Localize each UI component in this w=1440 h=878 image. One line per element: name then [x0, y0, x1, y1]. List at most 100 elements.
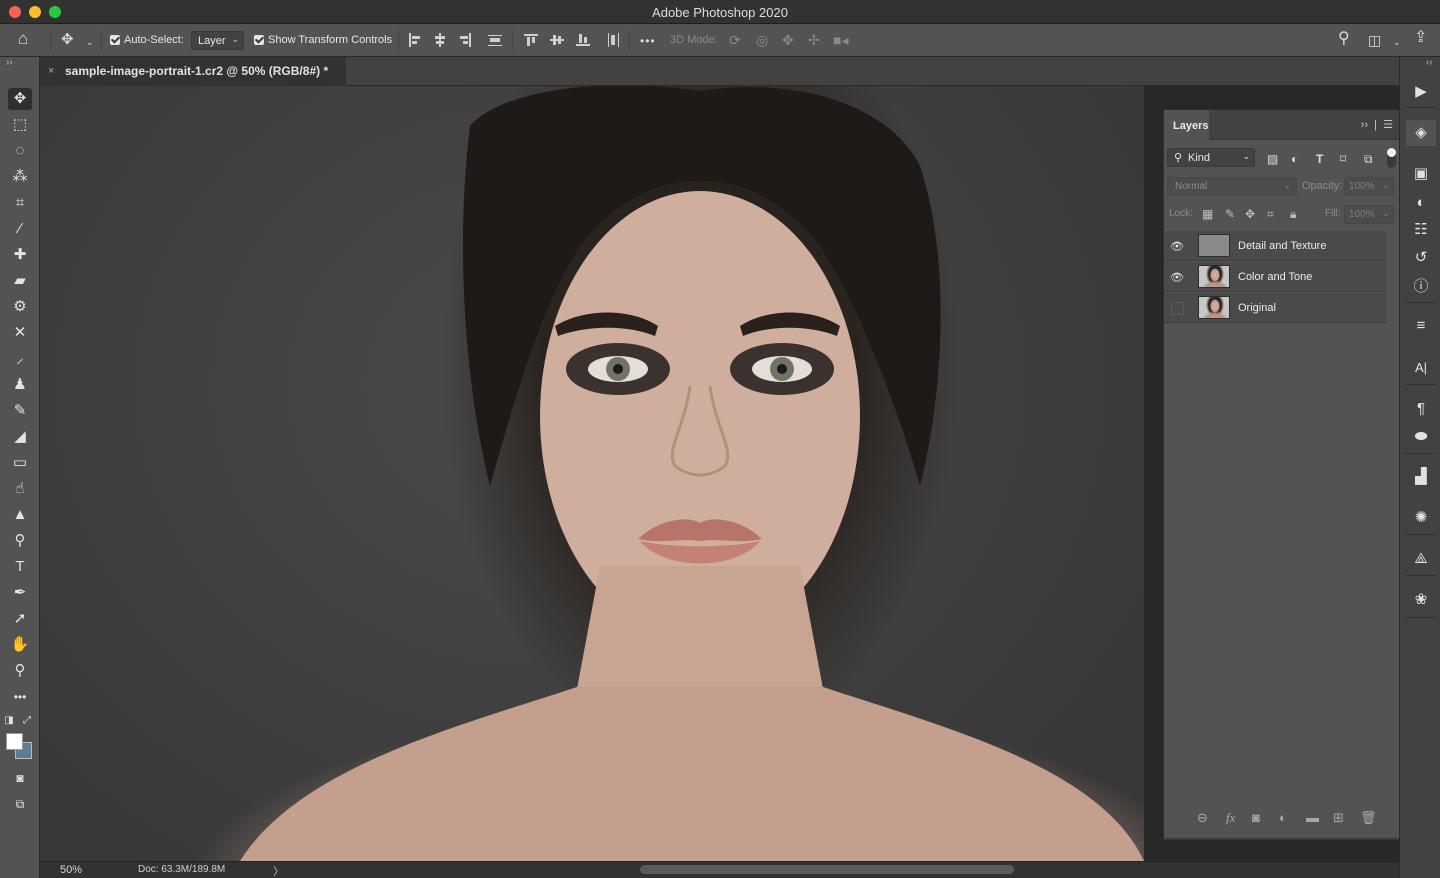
channels-icon[interactable]: ≡	[1406, 313, 1436, 339]
sharpen-tool-icon[interactable]: ▲	[8, 504, 32, 526]
align-right-edges-icon[interactable]	[458, 33, 472, 47]
move-tool-icon[interactable]: ✥	[61, 32, 74, 48]
paths-icon[interactable]: ⟁	[1406, 546, 1436, 572]
clone-stamp-tool-icon[interactable]: ♟	[8, 374, 32, 396]
lock-all-icon[interactable]: 🔒︎	[1290, 207, 1296, 222]
share-icon[interactable]: ⇪	[1414, 30, 1427, 46]
adjustments-icon[interactable]: ◐	[1406, 190, 1436, 216]
close-document-icon[interactable]: ×	[48, 65, 54, 77]
spot-healing-tool-icon[interactable]: ✚	[8, 244, 32, 266]
lock-position-icon[interactable]: ✥	[1245, 207, 1255, 221]
adjustment-icon[interactable]: ◐	[1279, 810, 1287, 825]
align-vertical-centers-icon[interactable]	[550, 33, 564, 47]
trash-icon[interactable]: 🗑︎	[1360, 810, 1377, 826]
lasso-tool-icon[interactable]: ◌	[8, 140, 32, 162]
layer-row[interactable]: Original	[1164, 293, 1386, 323]
new-layer-icon[interactable]: ⊞	[1333, 810, 1344, 826]
layer-filter-dropdown[interactable]: ⚲ Kind ⌄	[1167, 148, 1255, 167]
lock-artboard-icon[interactable]: ⌗	[1267, 207, 1274, 222]
healing-brush-tool-icon[interactable]: ▰	[8, 270, 32, 292]
gradient-tool-icon[interactable]: ▭	[8, 452, 32, 474]
distribute-vertical-icon[interactable]	[606, 33, 620, 47]
expand-panels-icon[interactable]: ‹‹	[1426, 57, 1433, 68]
smudge-tool-icon[interactable]: ☝	[8, 478, 32, 500]
3d-slide-icon[interactable]: ✢	[808, 32, 820, 48]
document-tab[interactable]: × sample-image-portrait-1.cr2 @ 50% (RGB…	[40, 57, 346, 86]
fill-field[interactable]: 100% ⌄	[1344, 205, 1394, 224]
hand-tool-icon[interactable]: ✋	[8, 634, 32, 656]
blend-mode-dropdown[interactable]: Normal ⌄	[1167, 177, 1297, 196]
layers-tab[interactable]: Layers	[1164, 110, 1209, 140]
eraser-tool-icon[interactable]: ◢	[8, 426, 32, 448]
move-tool-icon[interactable]: ✥	[8, 88, 32, 110]
layer-name[interactable]: Original	[1238, 302, 1276, 314]
align-horizontal-centers-icon[interactable]	[433, 33, 447, 47]
auto-select-checkbox[interactable]	[110, 35, 120, 45]
libraries-icon[interactable]: ▣	[1406, 161, 1436, 187]
visibility-toggle-empty[interactable]	[1171, 302, 1184, 315]
3d-scale-icon[interactable]: ■◂	[833, 32, 848, 48]
filter-type-icon[interactable]: T	[1316, 152, 1323, 166]
lock-image-icon[interactable]: ✎	[1225, 207, 1235, 221]
layers-panel-icon[interactable]: ◈	[1406, 120, 1436, 146]
dodge-tool-icon[interactable]: ⚲	[8, 530, 32, 552]
crop-tool-icon[interactable]: ⌗	[8, 192, 32, 214]
lock-transparent-icon[interactable]: ▦	[1202, 207, 1213, 221]
info-icon[interactable]: ⓘ	[1406, 274, 1436, 300]
filter-adjustment-icon[interactable]: ◐	[1291, 152, 1298, 166]
default-colors-icon[interactable]: ◨	[2, 710, 16, 732]
history-brush-tool-icon[interactable]: ✎	[8, 400, 32, 422]
folder-icon[interactable]: ▬	[1306, 810, 1319, 825]
foreground-color-swatch[interactable]	[6, 733, 23, 750]
visibility-eye-icon[interactable]: 👁︎	[1170, 271, 1188, 284]
brushes-icon[interactable]: ✺	[1406, 505, 1436, 531]
visibility-eye-icon[interactable]: 👁︎	[1170, 240, 1188, 253]
type-tool-icon[interactable]: T	[8, 556, 32, 578]
filter-smart-object-icon[interactable]: ⧉	[1364, 152, 1373, 167]
workspace-dropdown-icon[interactable]: ⌄	[1393, 34, 1401, 50]
eyedropper-tool-icon[interactable]: ⁄	[8, 218, 32, 240]
filter-shape-icon[interactable]: ⌑	[1340, 152, 1346, 166]
more-options-button[interactable]: •••	[640, 33, 656, 49]
character-icon[interactable]: A|	[1406, 355, 1436, 381]
panel-collapse-icon[interactable]: ›› | ☰	[1361, 118, 1393, 131]
screen-mode-icon[interactable]: ⧉	[8, 793, 32, 815]
align-top-edges-icon[interactable]	[524, 33, 538, 47]
align-bottom-edges-icon[interactable]	[576, 33, 590, 47]
color-icon[interactable]: ❀	[1406, 587, 1436, 613]
magic-wand-tool-icon[interactable]: ⁂	[8, 166, 32, 188]
brush-tool-icon[interactable]: ⸝	[8, 348, 32, 370]
3d-pan-icon[interactable]: ✥	[782, 32, 794, 48]
tool-preset-dropdown-icon[interactable]: ⌄	[86, 34, 94, 50]
search-icon[interactable]: ⚲	[1338, 31, 1350, 47]
distribute-icon[interactable]	[488, 33, 502, 47]
quick-mask-icon[interactable]: ◙	[8, 767, 32, 789]
home-icon[interactable]: ⌂	[18, 30, 28, 47]
filter-pixel-icon[interactable]: ▨	[1267, 152, 1278, 166]
layer-row[interactable]: 👁︎ Detail and Texture	[1164, 231, 1386, 261]
status-menu-arrow[interactable]: 〉	[273, 863, 284, 878]
paragraph-icon[interactable]: ¶	[1406, 396, 1436, 422]
collapse-tools-icon[interactable]: ››	[6, 57, 13, 68]
auto-select-dropdown[interactable]: Layer ⌄	[191, 31, 244, 50]
3d-roll-icon[interactable]: ◎	[756, 32, 768, 48]
history-icon[interactable]: ↺	[1406, 245, 1436, 271]
opacity-field[interactable]: 100% ⌄	[1344, 177, 1394, 196]
path-selection-tool-icon[interactable]: ➚	[8, 608, 32, 630]
mask-icon[interactable]: ◙	[1252, 810, 1260, 825]
3d-orbit-icon[interactable]: ⟳	[729, 32, 741, 48]
swap-colors-icon[interactable]: ⤢	[20, 710, 34, 732]
content-aware-move-tool-icon[interactable]: ✕	[8, 322, 32, 344]
patch-tool-icon[interactable]: ⚙	[8, 296, 32, 318]
pen-tool-icon[interactable]: ✒	[8, 582, 32, 604]
fx-icon[interactable]: fx	[1226, 810, 1235, 826]
align-left-edges-icon[interactable]	[408, 33, 422, 47]
properties-icon[interactable]: ☷	[1406, 217, 1436, 243]
marquee-tool-icon[interactable]: ⬚	[8, 114, 32, 136]
layer-name[interactable]: Color and Tone	[1238, 271, 1312, 283]
document-info[interactable]: Doc: 63.3M/189.8M	[138, 864, 225, 875]
zoom-level[interactable]: 50%	[60, 864, 82, 876]
zoom-tool-icon[interactable]: ⚲	[8, 660, 32, 682]
play-icon[interactable]: ▶	[1406, 79, 1436, 105]
histogram-icon[interactable]: ▟	[1406, 464, 1436, 490]
